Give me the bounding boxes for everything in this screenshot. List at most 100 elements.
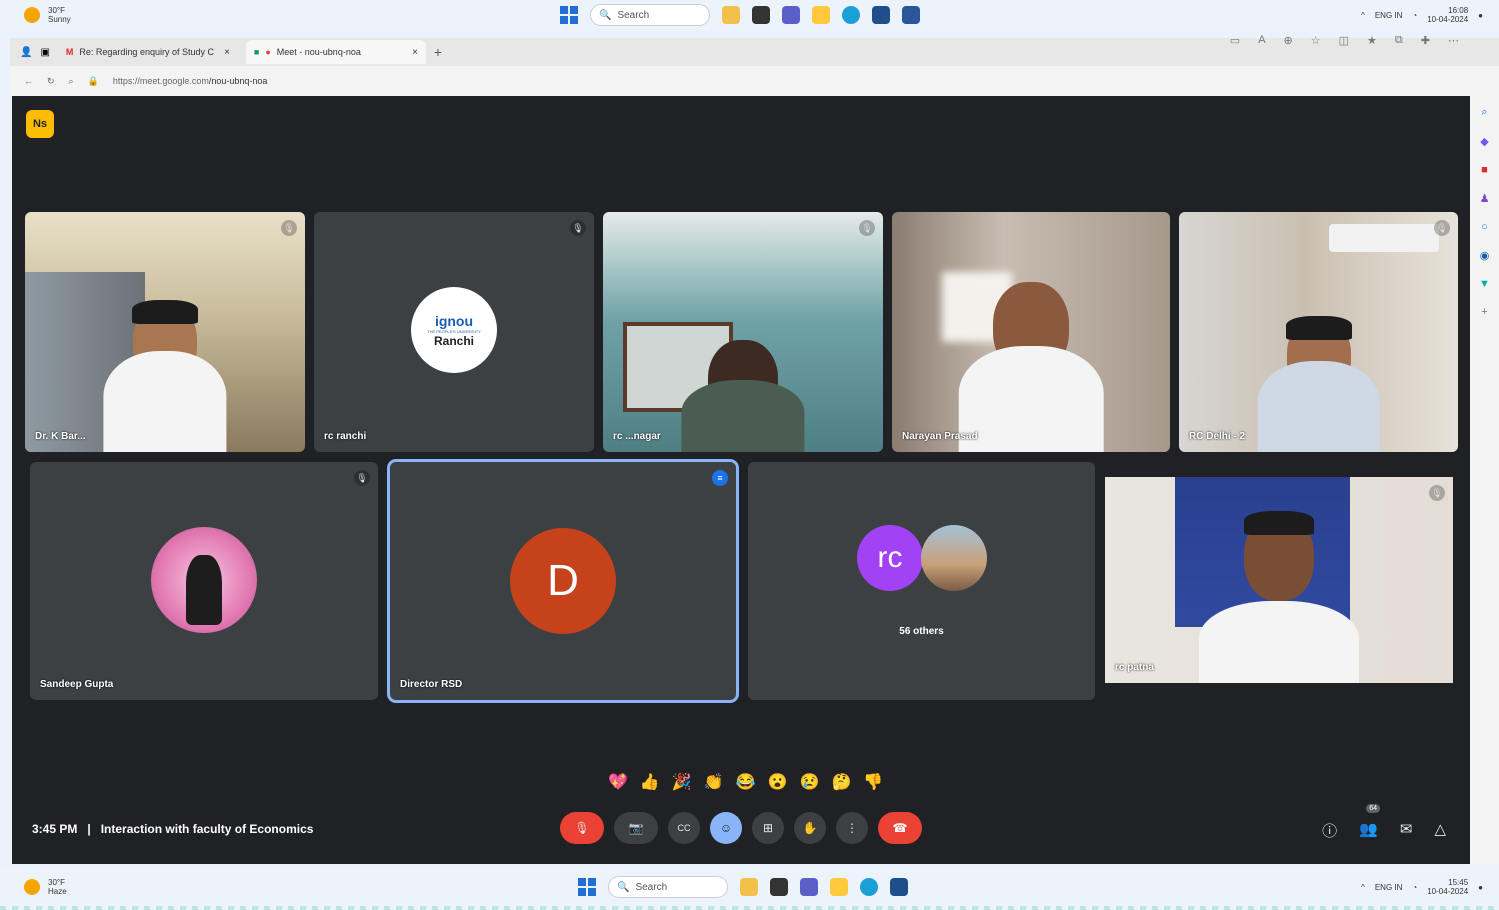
end-call-icon: ☎	[892, 821, 908, 835]
emoji-button[interactable]: ☺	[710, 812, 742, 844]
extensions-icon[interactable]: ✚	[1421, 34, 1430, 47]
favorites-icon[interactable]: ★	[1367, 34, 1377, 47]
back-icon[interactable]: ←	[24, 76, 33, 86]
more-icon[interactable]: ⋯	[1448, 34, 1459, 47]
reload-icon[interactable]: ↻	[47, 76, 55, 87]
teams-icon[interactable]	[782, 6, 800, 24]
end-call-button[interactable]: ☎	[878, 812, 922, 844]
close-tab-icon[interactable]: ×	[224, 47, 230, 58]
copilot-icon[interactable]: ◆	[1480, 135, 1488, 148]
reaction-surprised[interactable]: 😮	[768, 772, 788, 792]
taskbar-search[interactable]: 🔍 Search	[590, 4, 710, 26]
chat-icon[interactable]: ✉	[1400, 820, 1413, 841]
participant-tile[interactable]: ignou THE PEOPLE'S UNIVERSITY Ranchi 🎙 r…	[314, 212, 594, 452]
tab-gmail[interactable]: M Re: Regarding enquiry of Study C ×	[58, 40, 238, 64]
clock[interactable]: 16:08 10-04-2024	[1427, 6, 1468, 24]
split-screen-icon[interactable]: ◫	[1339, 34, 1349, 47]
captions-button[interactable]: CC	[668, 812, 700, 844]
search-icon[interactable]: ⌕	[1481, 106, 1487, 119]
reaction-heart[interactable]: 💖	[608, 772, 628, 792]
participant-tile[interactable]: 🎙 rc patna	[1105, 477, 1453, 683]
add-icon[interactable]: +	[1481, 306, 1487, 318]
camera-button[interactable]: 📷	[614, 812, 658, 844]
profile-icon[interactable]: 👤	[20, 47, 32, 58]
outlook-icon[interactable]: ◉	[1480, 249, 1490, 262]
meeting-time: 3:45 PM	[32, 822, 78, 836]
task-view-icon[interactable]	[752, 6, 770, 24]
task-view-icon[interactable]	[770, 878, 788, 896]
present-icon: ⊞	[762, 821, 774, 835]
others-tile[interactable]: rc 56 others	[748, 462, 1095, 700]
url-field[interactable]: https://meet.google.com/nou-ubnq-noa	[113, 76, 268, 86]
participant-tile[interactable]: 🎙 Dr. K Bar...	[25, 212, 305, 452]
notification-icon[interactable]: ●	[1478, 883, 1483, 892]
weather-widget[interactable]: 30°F Haze	[24, 878, 67, 896]
wifi-icon[interactable]: ◔	[1412, 883, 1417, 892]
edge-icon[interactable]	[860, 878, 878, 896]
reaction-thinking[interactable]: 🤔	[831, 772, 851, 792]
weather-widget[interactable]: 30°F Sunny	[24, 6, 71, 24]
file-explorer-icon[interactable]	[830, 878, 848, 896]
weather-temp: 30°F	[48, 6, 65, 15]
participant-avatar	[921, 525, 987, 591]
windows-start-icon[interactable]	[560, 6, 578, 24]
collections-icon[interactable]: ⧉	[1395, 34, 1403, 47]
tab-meet[interactable]: ■ ● Meet - nou-ubnq-noa ×	[245, 40, 426, 64]
teams-icon[interactable]	[800, 878, 818, 896]
info-icon[interactable]: ⓘ	[1322, 820, 1337, 841]
read-aloud-icon[interactable]: A	[1258, 34, 1265, 47]
office-icon[interactable]: ○	[1481, 221, 1488, 233]
language-indicator[interactable]: ENG IN	[1375, 11, 1403, 20]
participant-tile-active[interactable]: D ≡ Director RSD	[387, 459, 739, 703]
camera-icon[interactable]: ▭	[1230, 34, 1240, 47]
participant-tile[interactable]: Narayan Prasad	[892, 212, 1170, 452]
raise-hand-button[interactable]: ✋	[794, 812, 826, 844]
search-icon[interactable]: ⌕	[69, 76, 74, 87]
store-icon[interactable]	[872, 6, 890, 24]
tools-icon[interactable]: ■	[1481, 164, 1488, 176]
reaction-thumbs-down[interactable]: 👎	[863, 772, 883, 792]
taskbar-top: 30°F Sunny 🔍 Search ^ ENG IN ◔ 16:08 10-04-…	[0, 0, 1499, 30]
taskbar-search[interactable]: 🔍 Search	[608, 876, 728, 898]
close-tab-icon[interactable]: ×	[412, 47, 418, 58]
store-icon[interactable]	[890, 878, 908, 896]
drop-icon[interactable]: ▼	[1479, 278, 1490, 290]
weather-desc: Sunny	[48, 15, 71, 24]
notification-icon[interactable]: ●	[1478, 11, 1483, 20]
people-icon[interactable]: 👥	[1359, 820, 1378, 841]
activities-icon[interactable]: △	[1434, 820, 1446, 841]
translate-icon[interactable]: ⊕	[1284, 34, 1293, 47]
participant-name: RC Delhi - 2	[1189, 431, 1246, 442]
wifi-icon[interactable]: ◔	[1412, 11, 1417, 20]
file-explorer-icon[interactable]	[812, 6, 830, 24]
mic-button[interactable]: 🎙	[560, 812, 604, 844]
tab-actions-icon[interactable]: ▣	[40, 47, 49, 58]
reaction-sad[interactable]: 😢	[800, 772, 820, 792]
chevron-up-icon[interactable]: ^	[1361, 11, 1365, 20]
language-indicator[interactable]: ENG IN	[1375, 883, 1403, 892]
present-button[interactable]: ⊞	[752, 812, 784, 844]
new-tab-button[interactable]: +	[434, 44, 442, 60]
reaction-clap[interactable]: 👏	[704, 772, 724, 792]
edge-icon[interactable]	[842, 6, 860, 24]
clock[interactable]: 15:45 10-04-2024	[1427, 878, 1468, 896]
taskbar-bottom: 30°F Haze 🔍 Search ^ ENG IN ◔ 15:45 10-04-2…	[0, 868, 1499, 906]
more-options-button[interactable]: ⋮	[836, 812, 868, 844]
participant-name: Sandeep Gupta	[40, 679, 114, 690]
camera-icon: 📷	[628, 821, 644, 835]
sun-icon	[24, 879, 40, 895]
participant-tile[interactable]: 🎙 Sandeep Gupta	[30, 462, 378, 700]
widgets-icon[interactable]	[722, 6, 740, 24]
reaction-thumbs-up[interactable]: 👍	[640, 772, 660, 792]
widgets-icon[interactable]	[740, 878, 758, 896]
reaction-laugh[interactable]: 😂	[736, 772, 756, 792]
meet-control-bar: 3:45 PM | Interaction with faculty of Ec…	[12, 794, 1470, 864]
chevron-up-icon[interactable]: ^	[1361, 883, 1365, 892]
participant-tile[interactable]: 🎙 rc ...nagar	[603, 212, 883, 452]
windows-start-icon[interactable]	[578, 878, 596, 896]
participant-tile[interactable]: 🎙 RC Delhi - 2	[1179, 212, 1458, 452]
word-icon[interactable]	[902, 6, 920, 24]
reaction-party[interactable]: 🎉	[672, 772, 692, 792]
favorite-icon[interactable]: ☆	[1311, 34, 1321, 47]
games-icon[interactable]: ♟	[1480, 192, 1490, 205]
